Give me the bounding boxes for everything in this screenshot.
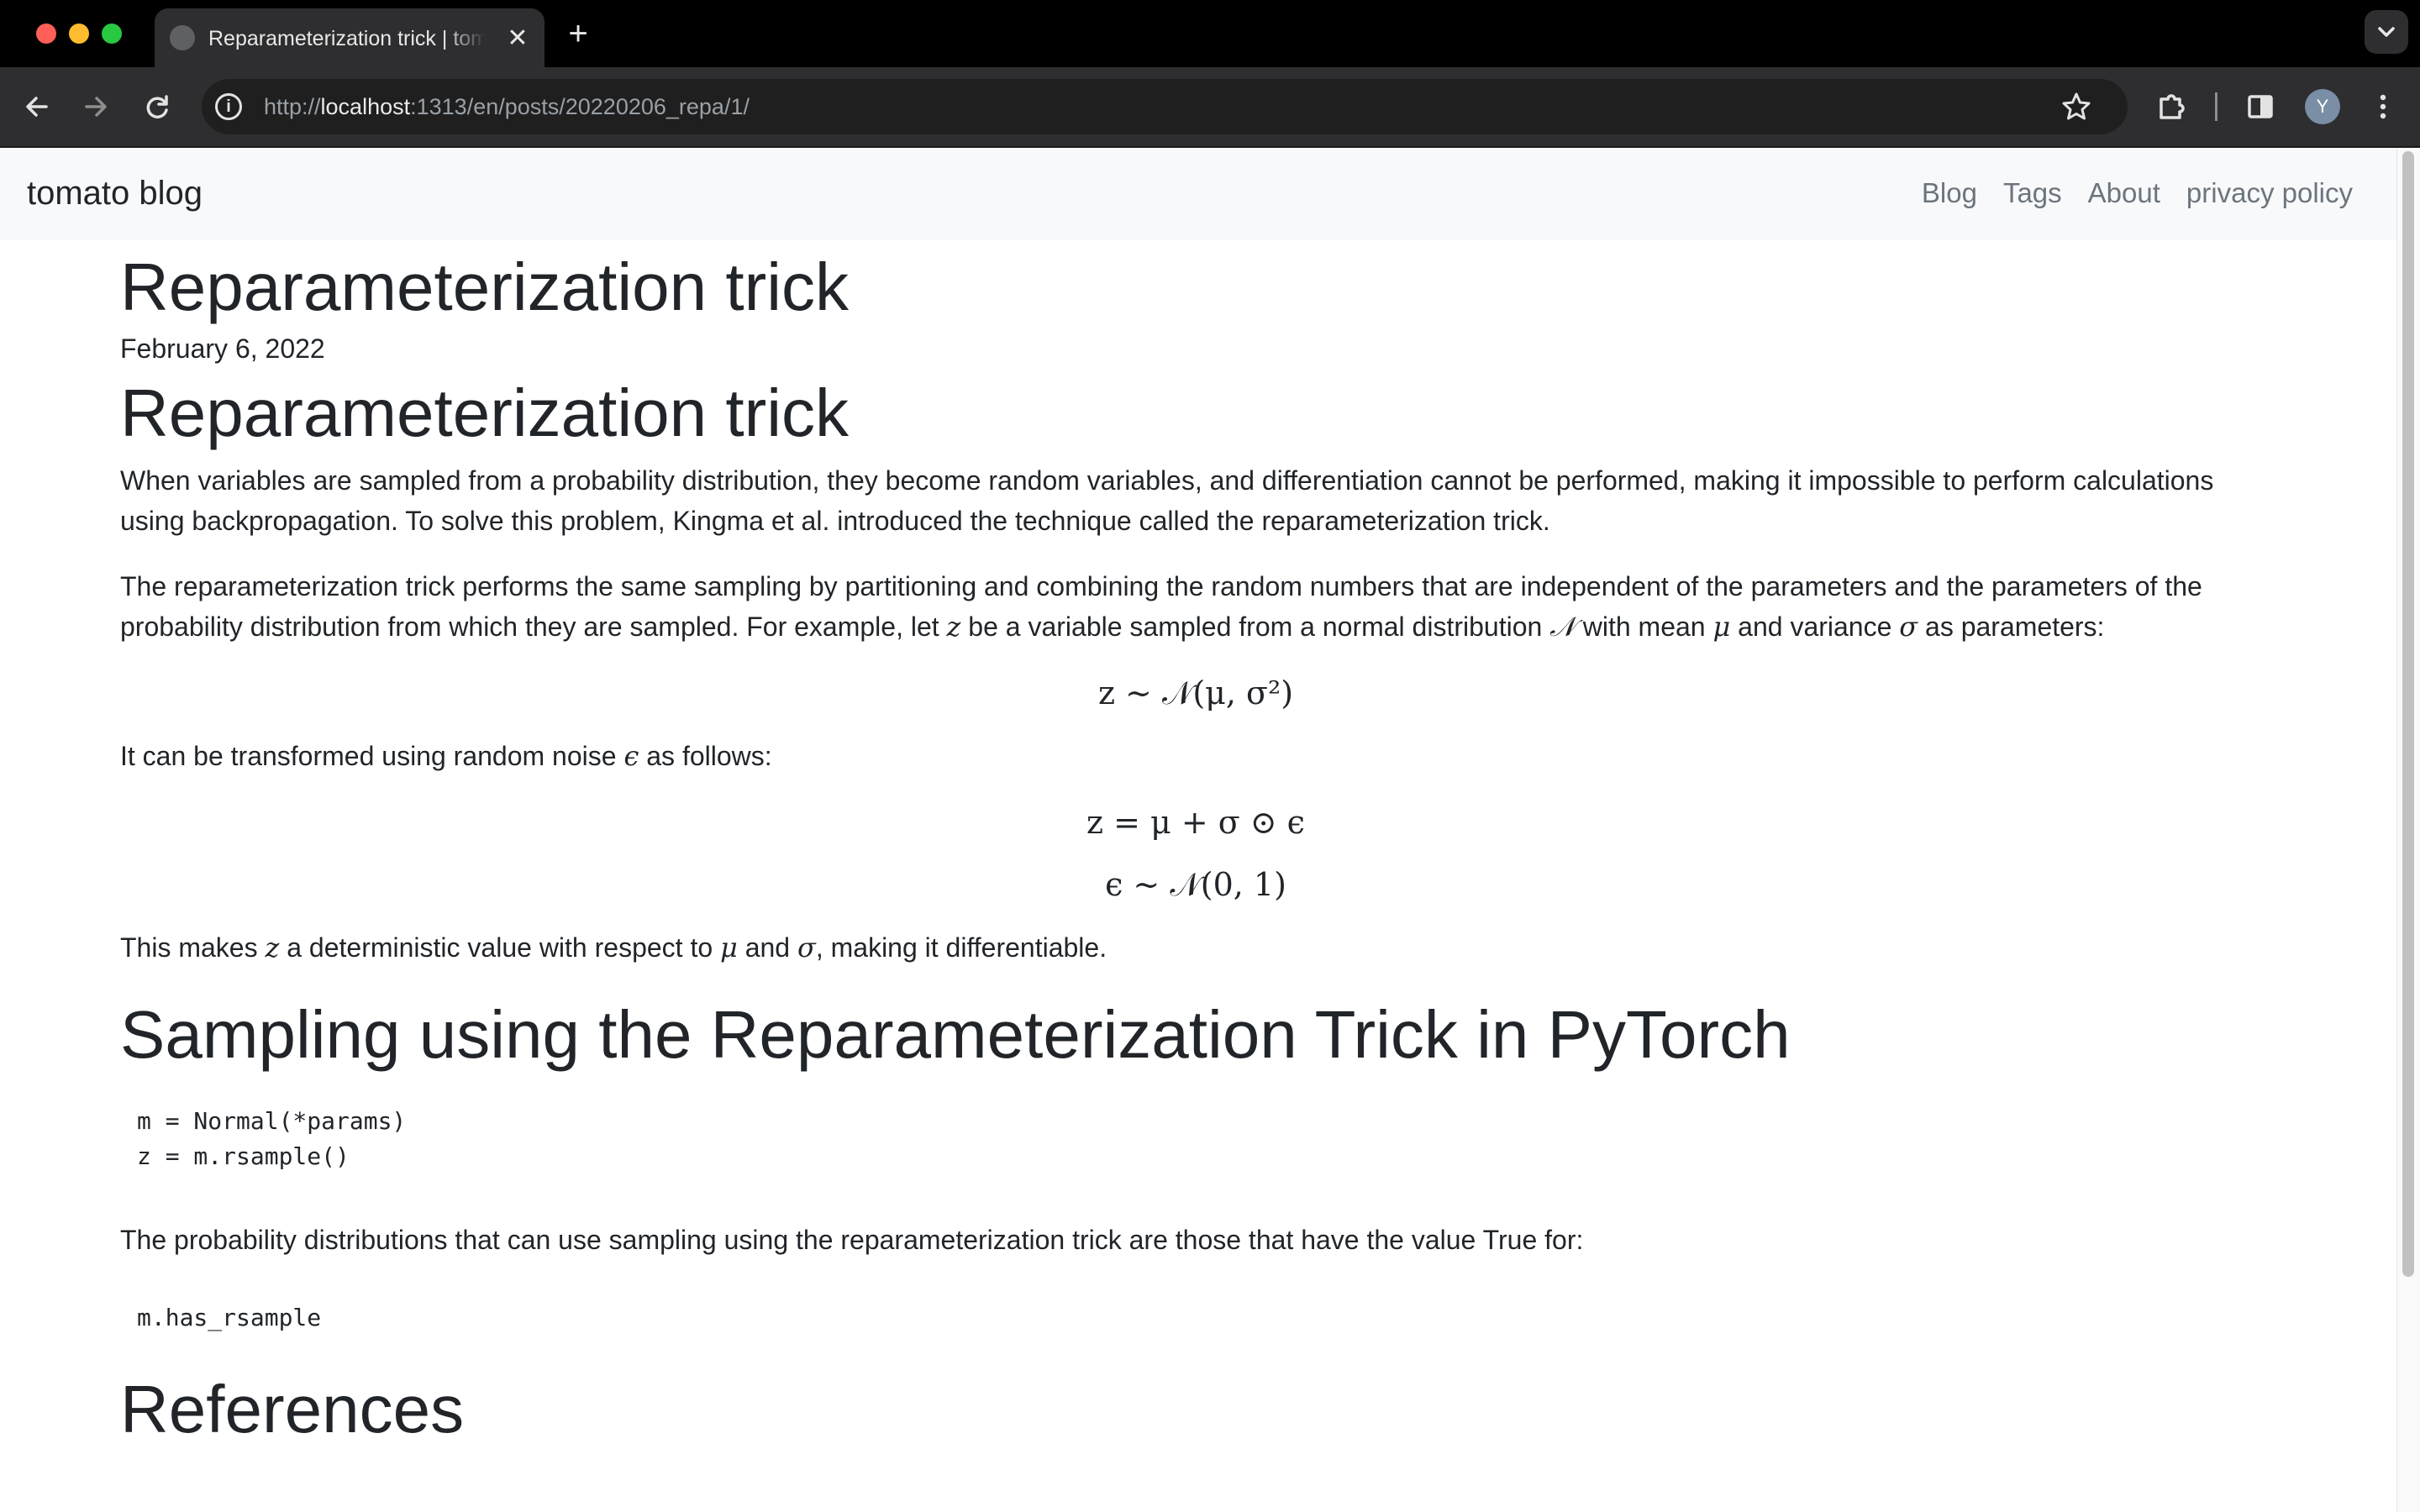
browser-tab-bar: Reparameterization trick | tomato blog ✕… xyxy=(0,0,2420,67)
equation-noise: ϵ ∼ 𝒩(0, 1) xyxy=(1105,866,1286,903)
tab-favicon-icon xyxy=(170,25,195,50)
arrow-left-icon xyxy=(26,97,48,117)
side-panel-icon[interactable] xyxy=(2239,86,2281,128)
url-scheme: http:// xyxy=(264,94,321,119)
site-info-icon[interactable]: i xyxy=(215,93,242,120)
text-segment: This makes xyxy=(120,932,266,963)
tab-title: Reparameterization trick | tomato blog xyxy=(208,27,486,50)
paragraph-intro: When variables are sampled from a probab… xyxy=(120,465,2214,536)
text-segment: and xyxy=(737,932,797,963)
math-sigma: σ xyxy=(797,932,816,963)
window-zoom-button[interactable] xyxy=(102,24,122,44)
code-block-has-rsample: m.has_rsample xyxy=(137,1304,322,1331)
math-z: z xyxy=(946,611,961,643)
math-mu: μ xyxy=(1712,611,1731,643)
nav-link-about[interactable]: About xyxy=(2088,171,2160,215)
section-heading-references: References xyxy=(120,1372,465,1446)
url-text[interactable]: http://localhost:1313/en/posts/20220206_… xyxy=(264,79,750,134)
address-bar[interactable]: i http://localhost:1313/en/posts/2022020… xyxy=(202,79,2128,134)
tab-search-button[interactable] xyxy=(2365,10,2408,54)
window-minimize-button[interactable] xyxy=(69,24,89,44)
paragraph-trick-explanation: The reparameterization trick performs th… xyxy=(120,566,2280,647)
post-date: February 6, 2022 xyxy=(120,333,325,364)
new-tab-button[interactable]: + xyxy=(560,15,597,52)
paragraph-transform: It can be transformed using random noise… xyxy=(120,736,2280,776)
text-segment: a deterministic value with respect to xyxy=(279,932,721,963)
window-close-button[interactable] xyxy=(36,24,56,44)
kebab-menu-icon[interactable] xyxy=(2362,86,2404,128)
post-title: Reparameterization trick xyxy=(120,249,849,324)
chevron-down-icon xyxy=(2378,27,2395,37)
tab-close-icon[interactable]: ✕ xyxy=(501,22,534,55)
math-epsilon: ϵ xyxy=(623,740,639,772)
math-normal-dist: 𝒩 xyxy=(1549,611,1576,643)
site-brand-link[interactable]: tomato blog xyxy=(27,171,203,215)
profile-avatar[interactable]: Y xyxy=(2305,89,2340,124)
nav-link-tags[interactable]: Tags xyxy=(2003,171,2062,215)
math-sigma: σ xyxy=(1899,611,1918,643)
post-heading: Reparameterization trick xyxy=(120,375,849,450)
text-segment: , making it differentiable. xyxy=(815,932,1107,963)
back-button[interactable] xyxy=(16,86,58,128)
nav-link-privacy-policy[interactable]: privacy policy xyxy=(2186,171,2353,215)
nav-link-blog[interactable]: Blog xyxy=(1922,171,1977,215)
active-tab[interactable]: Reparameterization trick | tomato blog ✕ xyxy=(155,8,544,67)
extensions-puzzle-icon[interactable] xyxy=(2151,86,2193,128)
bookmark-star-icon[interactable] xyxy=(2057,87,2096,126)
equation-reparam: z = μ + σ ⊙ ϵ xyxy=(1086,804,1305,841)
browser-toolbar: i http://localhost:1313/en/posts/2022020… xyxy=(0,67,2420,148)
paragraph-deterministic: This makes z a deterministic value with … xyxy=(120,927,2280,968)
page-scrollbar[interactable] xyxy=(2396,148,2420,1512)
text-segment: be a variable sampled from a normal dist… xyxy=(960,612,1550,642)
scrollbar-thumb[interactable] xyxy=(2402,151,2414,1277)
math-z: z xyxy=(265,932,280,963)
text-segment: as follows: xyxy=(639,741,772,771)
url-path: :1313/en/posts/20220206_repa/1/ xyxy=(410,94,750,119)
text-segment: with mean xyxy=(1575,612,1713,642)
url-host: localhost xyxy=(320,94,411,119)
reload-icon xyxy=(146,95,168,118)
code-block-rsample: m = Normal(*params) z = m.rsample() xyxy=(137,1107,407,1170)
forward-button[interactable] xyxy=(75,86,117,128)
paragraph-has-rsample: The probability distributions that can u… xyxy=(120,1225,1584,1255)
toolbar-divider xyxy=(2215,92,2217,121)
math-mu: μ xyxy=(720,932,738,963)
equation-sampling: z ∼ 𝒩(μ, σ²) xyxy=(1097,675,1294,711)
text-segment: and variance xyxy=(1730,612,1900,642)
site-nav-links: Blog Tags About privacy policy xyxy=(1922,171,2353,215)
page-viewport[interactable]: tomato blog Blog Tags About privacy poli… xyxy=(0,148,2420,1512)
reload-button[interactable] xyxy=(136,86,178,128)
site-navbar: tomato blog Blog Tags About privacy poli… xyxy=(0,148,2396,240)
text-segment: It can be transformed using random noise xyxy=(120,741,624,771)
arrow-right-icon xyxy=(85,97,107,117)
text-segment: as parameters: xyxy=(1918,612,2105,642)
post-content: Reparameterization trick February 6, 202… xyxy=(120,240,2280,1478)
section-heading-pytorch: Sampling using the Reparameterization Tr… xyxy=(120,997,1791,1072)
